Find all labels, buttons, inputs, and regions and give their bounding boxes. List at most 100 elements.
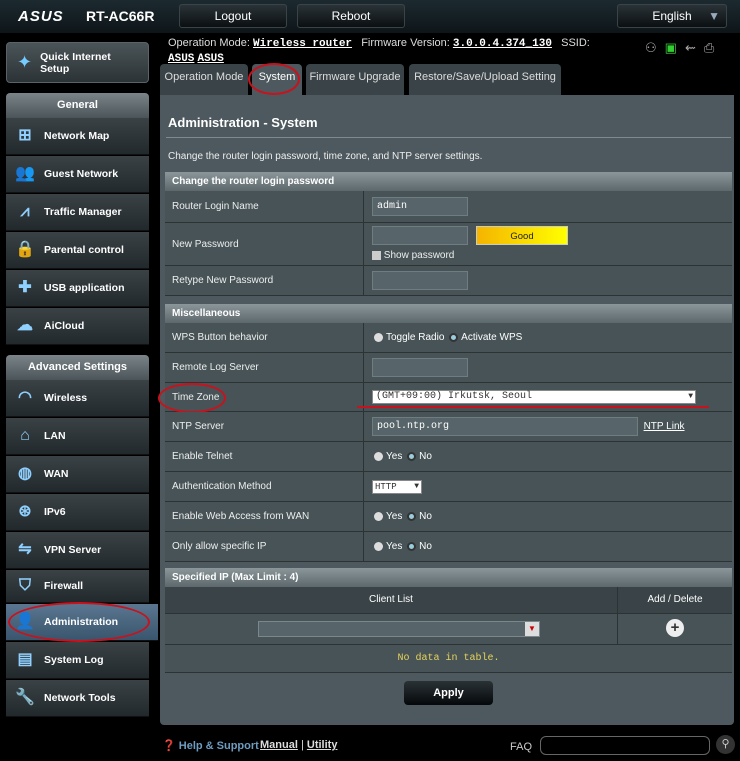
sidebar-item-label: System Log xyxy=(44,654,104,666)
activate-wps-radio[interactable] xyxy=(449,333,459,342)
sidebar-item-lan[interactable]: ⌂ LAN xyxy=(6,418,149,455)
sidebar-item-guest-network[interactable]: 👥 Guest Network xyxy=(6,156,149,193)
ntp-row: NTP Server pool.ntp.org NTP Link xyxy=(165,412,732,442)
tab-restore-save-upload[interactable]: Restore/Save/Upload Setting xyxy=(409,64,561,95)
manual-link[interactable]: Manual xyxy=(260,739,298,751)
sidebar-item-label: IPv6 xyxy=(44,506,66,518)
sidebar-item-network-tools[interactable]: 🔧 Network Tools xyxy=(6,680,149,717)
telnet-no-radio[interactable] xyxy=(407,452,417,461)
network-status-icon[interactable]: ▣ xyxy=(665,40,685,55)
firmware-link[interactable]: 3.0.0.4.374_130 xyxy=(453,38,552,50)
radio-label: Yes xyxy=(386,451,403,462)
question-icon: ❓ xyxy=(162,740,176,752)
password-strength-meter: Good xyxy=(476,226,568,245)
help-label: Help & Support xyxy=(178,740,259,752)
tab-firmware-upgrade[interactable]: Firmware Upgrade xyxy=(306,64,404,95)
page-description: Change the router login password, time z… xyxy=(168,151,483,162)
sidebar-item-ipv6[interactable]: ⊛ IPv6 xyxy=(6,494,149,531)
clients-icon[interactable]: ⚇ xyxy=(645,40,665,55)
column-header: Client List xyxy=(165,587,618,613)
sidebar-item-label: USB application xyxy=(44,282,125,294)
asus-logo: ASUS xyxy=(18,8,64,25)
help-support-link[interactable]: ❓ Help & Support xyxy=(162,739,259,752)
log-icon: ▤ xyxy=(17,651,33,668)
client-list-select[interactable]: ▼ xyxy=(258,621,540,637)
empty-table-message: No data in table. xyxy=(165,645,732,673)
divider xyxy=(166,137,731,138)
op-mode-link[interactable]: Wireless router xyxy=(253,38,352,50)
sidebar-item-parental-control[interactable]: 🔒 Parental control xyxy=(6,232,149,269)
remote-log-row: Remote Log Server xyxy=(165,353,732,383)
field-label: Enable Telnet xyxy=(165,442,364,471)
sidebar-item-label: LAN xyxy=(44,430,66,442)
ntp-server-input[interactable]: pool.ntp.org xyxy=(372,417,638,436)
telnet-yes-radio[interactable] xyxy=(374,452,383,461)
telnet-row: Enable Telnet Yes No xyxy=(165,442,732,472)
sidebar-item-traffic-manager[interactable]: ⩘ Traffic Manager xyxy=(6,194,149,231)
add-plus-icon[interactable]: + xyxy=(666,619,684,637)
traffic-manager-icon: ⩘ xyxy=(20,203,30,220)
retype-password-row: Retype New Password xyxy=(165,266,732,296)
utility-link[interactable]: Utility xyxy=(307,739,338,751)
webaccess-no-radio[interactable] xyxy=(407,512,417,521)
ntp-link[interactable]: NTP Link xyxy=(644,421,685,432)
chevron-down-icon: ▼ xyxy=(708,9,720,23)
sidebar-item-aicloud[interactable]: ☁ AiCloud xyxy=(6,308,149,345)
apply-button[interactable]: Apply xyxy=(404,681,493,705)
webaccess-yes-radio[interactable] xyxy=(374,512,383,521)
sidebar-item-label: VPN Server xyxy=(44,544,102,556)
quick-internet-setup-button[interactable]: ✦ Quick Internet Setup xyxy=(6,42,149,83)
time-zone-select[interactable]: (GMT+09:00) Irkutsk, Seoul ▼ xyxy=(372,390,696,404)
page-title: Administration - System xyxy=(168,115,318,130)
sidebar-item-wireless[interactable]: ◠ Wireless xyxy=(6,380,149,417)
tab-operation-mode[interactable]: Operation Mode xyxy=(160,64,248,95)
new-password-input[interactable] xyxy=(372,226,468,245)
sidebar-item-usb-application[interactable]: ✚ USB application xyxy=(6,270,149,307)
usb-status-icon[interactable]: ⇜ xyxy=(685,40,704,55)
sidebar-item-firewall[interactable]: ⛉ Firewall xyxy=(6,570,149,603)
sidebar-item-network-map[interactable]: ⊞ Network Map xyxy=(6,118,149,155)
auth-method-select[interactable]: HTTP ▼ xyxy=(372,479,422,494)
new-password-row: New Password Good Show password xyxy=(165,223,732,266)
sidebar-item-label: WAN xyxy=(44,468,69,480)
remote-log-input[interactable] xyxy=(372,358,468,377)
sidebar-item-label: Network Map xyxy=(44,130,110,142)
separator: | xyxy=(300,739,304,751)
sidebar-item-system-log[interactable]: ▤ System Log xyxy=(6,642,149,679)
retype-password-input[interactable] xyxy=(372,271,468,290)
login-name-input[interactable]: admin xyxy=(372,197,468,216)
login-name-row: Router Login Name admin xyxy=(165,191,732,223)
radio-label: No xyxy=(419,511,432,522)
chevron-down-icon: ▼ xyxy=(688,392,693,401)
printer-icon[interactable]: ⎙ xyxy=(704,40,722,55)
sidebar-item-vpn-server[interactable]: ⇋ VPN Server xyxy=(6,532,149,569)
wifi-icon: ◠ xyxy=(18,389,32,406)
sidebar-item-label: Parental control xyxy=(44,244,124,256)
chevron-down-icon: ▼ xyxy=(525,622,539,636)
language-value: English xyxy=(652,9,692,23)
puzzle-icon: ✚ xyxy=(18,279,32,296)
sidebar-item-wan[interactable]: ◍ WAN xyxy=(6,456,149,493)
radio-label: No xyxy=(419,451,432,462)
reboot-button[interactable]: Reboot xyxy=(297,4,405,28)
shield-icon: ⛉ xyxy=(18,577,31,594)
sidebar-item-label: Network Tools xyxy=(44,692,116,704)
toggle-radio-radio[interactable] xyxy=(374,333,383,342)
op-mode-label: Operation Mode: xyxy=(168,37,250,49)
specific-ip-no-radio[interactable] xyxy=(407,542,417,551)
guest-network-icon: 👥 xyxy=(15,165,35,182)
home-icon: ⌂ xyxy=(20,427,30,444)
specific-ip-yes-radio[interactable] xyxy=(374,542,383,551)
globe-icon: ◍ xyxy=(18,465,32,482)
general-header: General xyxy=(6,93,149,118)
auth-method-row: Authentication Method HTTP ▼ xyxy=(165,472,732,502)
language-select[interactable]: English ▼ xyxy=(617,4,727,28)
logout-button[interactable]: Logout xyxy=(179,4,287,28)
faq-search-input[interactable] xyxy=(540,736,710,755)
show-password-checkbox[interactable]: Show password xyxy=(372,250,454,261)
specified-ip-header: Specified IP (Max Limit : 4) xyxy=(165,568,732,587)
faq-label: FAQ xyxy=(510,741,533,753)
annotation-circle xyxy=(8,602,150,642)
search-icon[interactable]: ⚲ xyxy=(716,735,735,754)
lock-icon: 🔒 xyxy=(15,241,35,258)
